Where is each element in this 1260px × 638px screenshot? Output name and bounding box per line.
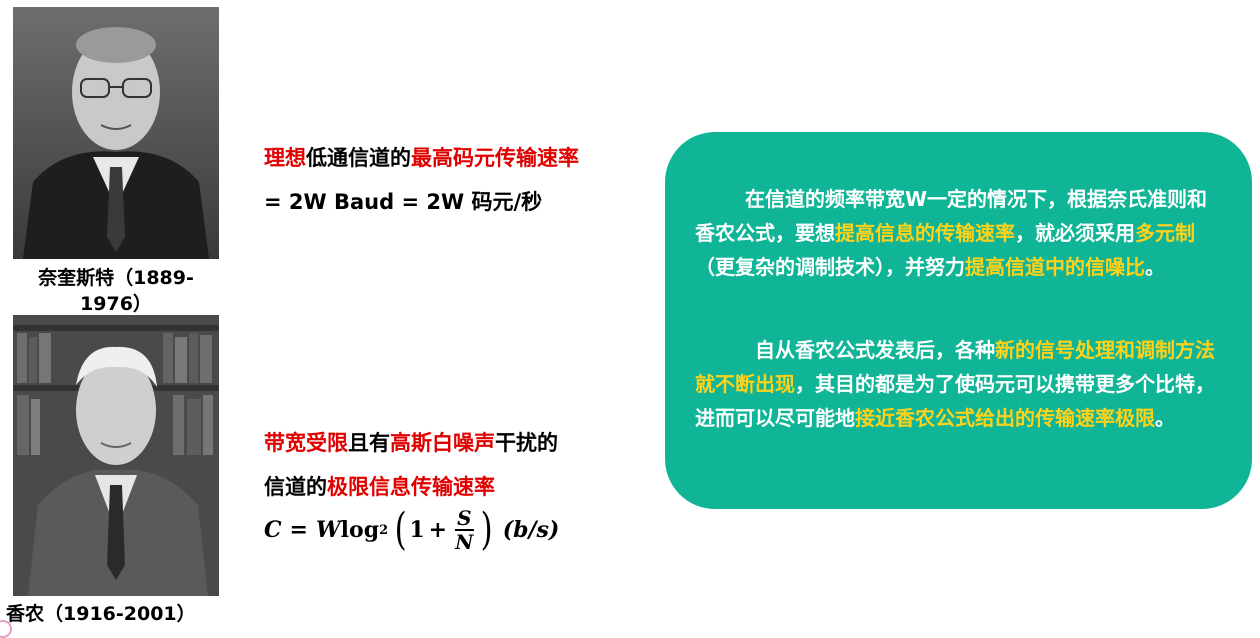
decorative-arc <box>0 620 12 638</box>
formula-unit: (b/s) <box>502 517 560 543</box>
note-p2-highlight-limit: 接近香农公式给出的传输速率极限 <box>855 406 1155 430</box>
highlight-bandwidth-limited: 带宽受限 <box>264 431 348 455</box>
nyquist-caption: 奈奎斯特（1889-1976） <box>38 267 194 315</box>
formula-w: W <box>315 517 341 543</box>
text-and-has: 且有 <box>348 431 390 455</box>
shannon-heading-line1: 带宽受限且有高斯白噪声干扰的 <box>264 429 558 457</box>
shannon-caption: 香农（1916-2001） <box>6 603 196 625</box>
shannon-photo <box>13 315 219 596</box>
note-p2-text-a: 自从香农公式发表后，各种 <box>755 338 995 362</box>
highlight-ideal: 理想 <box>264 146 306 170</box>
formula-snr-fraction: S N <box>455 506 474 554</box>
highlight-gaussian-white-noise: 高斯白噪声 <box>390 431 495 455</box>
shannon-heading-line2: 信道的极限信息传输速率 <box>264 473 495 501</box>
formula-equals: = <box>289 517 308 543</box>
formula-left-paren: ( <box>394 504 407 555</box>
formula-signal: S <box>455 506 474 531</box>
nyquist-rate-formula: = 2W Baud = 2W 码元/秒 <box>264 190 543 214</box>
nyquist-photo <box>13 7 219 259</box>
formula-c: C <box>264 517 282 543</box>
note-paragraph-2: 自从香农公式发表后，各种新的信号处理和调制方法就不断出现，其目的都是为了使码元可… <box>695 333 1225 435</box>
text-lowpass-channel: 低通信道的 <box>306 146 411 170</box>
formula-plus: + <box>428 517 448 543</box>
summary-note-box: 在信道的频率带宽W一定的情况下，根据奈氏准则和香农公式，要想提高信息的传输速率，… <box>665 132 1252 509</box>
nyquist-rate-heading: 理想低通信道的最高码元传输速率 <box>264 144 579 172</box>
note-p1-highlight-rate: 提高信息的传输速率 <box>835 221 1015 245</box>
note-p1-text-e: （更复杂的调制技术），并努力 <box>695 255 965 279</box>
formula-noise: N <box>455 530 474 554</box>
formula-one: 1 <box>409 517 425 543</box>
highlight-max-symbol-rate: 最高码元传输速率 <box>411 146 579 170</box>
shannon-formula: C = Wlog 2 ( 1 + S N ) (b/s) <box>264 500 559 560</box>
note-p1-text-g: 。 <box>1145 255 1165 279</box>
note-p1-highlight-snr: 提高信道中的信噪比 <box>965 255 1145 279</box>
note-p1-highlight-multilevel: 多元制 <box>1135 221 1195 245</box>
formula-log-base: 2 <box>379 522 389 538</box>
formula-log: log <box>340 517 380 543</box>
note-p1-text-c: ，就必须采用 <box>1015 221 1135 245</box>
highlight-limit-info-rate: 极限信息传输速率 <box>327 475 495 499</box>
note-p2-text-e: 。 <box>1155 406 1175 430</box>
text-interference: 干扰的 <box>495 431 558 455</box>
text-channel: 信道的 <box>264 475 327 499</box>
note-paragraph-1: 在信道的频率带宽W一定的情况下，根据奈氏准则和香农公式，要想提高信息的传输速率，… <box>695 182 1225 284</box>
formula-right-paren: ) <box>480 504 493 555</box>
